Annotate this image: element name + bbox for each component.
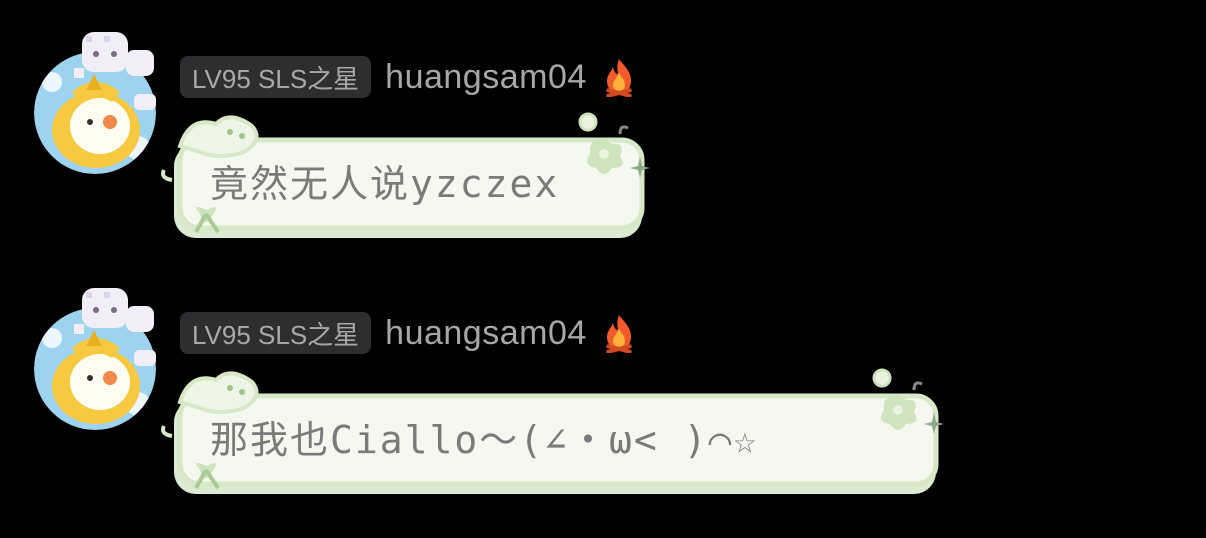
- message-text: 那我也Ciallo～(∠・ω< )⌒☆: [210, 418, 759, 462]
- sender-info: LV95 SLS之星 huangsam04: [180, 312, 637, 354]
- sender-info: LV95 SLS之星 huangsam04: [180, 56, 637, 98]
- level-badge[interactable]: LV95 SLS之星: [180, 312, 372, 354]
- username[interactable]: huangsam04: [385, 58, 587, 97]
- fire-icon: [606, 315, 632, 353]
- avatar-frame-icon: [74, 288, 156, 366]
- avatar-frame-icon: [74, 32, 156, 110]
- chat-message: LV95 SLS之星 huangsam04: [0, 256, 1206, 506]
- level-badge[interactable]: LV95 SLS之星: [180, 56, 372, 98]
- message-bubble[interactable]: 竟然无人说yzczex: [160, 106, 650, 242]
- message-text: 竟然无人说yzczex: [210, 162, 560, 206]
- fire-icon: [606, 59, 632, 97]
- chat-message-list: LV95 SLS之星 huangsam04 竟然无人说yzczex LV95 S…: [0, 0, 1206, 538]
- username[interactable]: huangsam04: [385, 314, 587, 353]
- message-bubble[interactable]: 那我也Ciallo～(∠・ω< )⌒☆: [160, 362, 944, 498]
- chat-message: LV95 SLS之星 huangsam04: [0, 0, 1206, 250]
- avatar[interactable]: [34, 284, 166, 434]
- avatar[interactable]: [34, 28, 166, 178]
